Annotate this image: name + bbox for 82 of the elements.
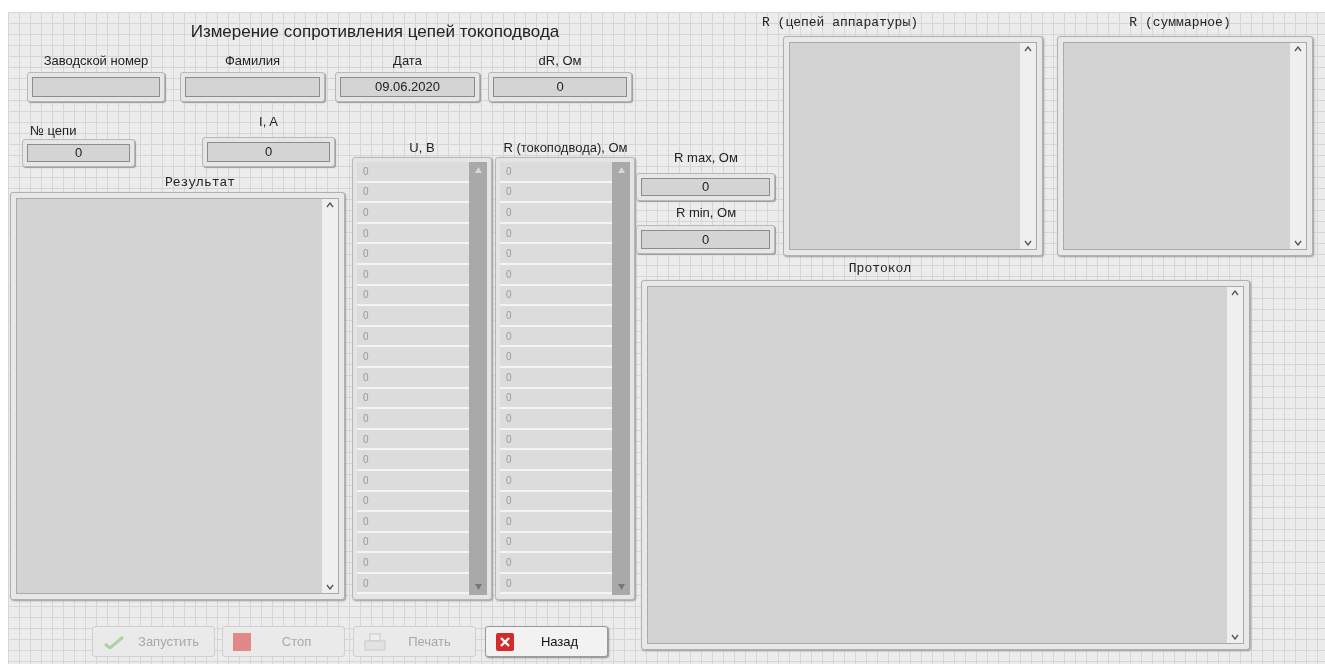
array-element[interactable]: 0 [500,244,612,265]
array-element[interactable]: 0 [357,409,469,430]
value-field[interactable]: 0 [207,142,330,162]
array-element[interactable]: 0 [357,162,469,183]
array-element[interactable]: 0 [500,409,612,430]
printer-icon [364,632,386,651]
array-element[interactable]: 0 [500,285,612,307]
array-element[interactable]: 0 [500,470,612,492]
value-field[interactable] [32,77,160,97]
field-label: Дата [393,52,422,70]
field-label: Фамилия [224,52,281,70]
array-element[interactable]: 0 [357,532,469,554]
array-element[interactable]: 0 [357,244,469,265]
array-label: R (токоподвода), Ом [503,139,628,157]
scroll-up-icon[interactable] [1294,46,1302,52]
scroll-up-icon[interactable] [1024,46,1032,52]
array-element[interactable]: 0 [357,285,469,307]
scroll-down-icon[interactable] [1294,240,1302,246]
check-icon [103,634,125,649]
field-label: Заводской номер [43,52,149,70]
array-element[interactable]: 0 [357,491,469,513]
array-element[interactable]: 0 [500,223,612,245]
stop-icon [233,632,251,651]
array-element[interactable]: 0 [500,162,612,183]
array-label: U, B [409,139,435,157]
array-element[interactable]: 0 [357,553,469,574]
array-element[interactable]: 0 [500,182,612,204]
array-element[interactable]: 0 [500,306,612,327]
array-element[interactable]: 0 [500,532,612,554]
array-element[interactable]: 0 [500,573,612,595]
value-field[interactable]: 0 [641,230,770,249]
array-element[interactable]: 0 [500,347,612,368]
array-element[interactable]: 0 [500,264,612,286]
array-element[interactable]: 0 [500,429,612,451]
scroll-down-icon[interactable] [1231,634,1239,640]
array-element[interactable]: 0 [357,264,469,286]
array-element[interactable]: 0 [357,223,469,245]
close-icon [496,632,514,651]
array-element[interactable]: 0 [500,367,612,389]
array-element[interactable]: 0 [357,203,469,224]
array-element[interactable]: 0 [500,388,612,410]
array-element[interactable]: 0 [500,450,612,471]
scroll-down-icon[interactable] [326,584,334,590]
array-element[interactable]: 0 [500,326,612,348]
panel-title: Измерение сопротивления цепей токоподвода [190,21,560,43]
list-label: Результат [164,174,236,192]
list-label: R (суммарное) [1129,14,1231,32]
array-element[interactable]: 0 [357,347,469,368]
back-button[interactable]: Назад [485,626,608,657]
array-element[interactable]: 0 [500,512,612,533]
scroll-up-icon[interactable] [326,202,334,208]
array-element[interactable]: 0 [357,388,469,410]
array-element[interactable]: 0 [357,450,469,471]
array-element[interactable]: 0 [357,182,469,204]
array-element[interactable]: 0 [500,491,612,513]
list-label: R (цепей аппаратуры) [762,14,918,32]
array-element[interactable]: 0 [357,573,469,595]
array-element[interactable]: 0 [500,203,612,224]
value-field[interactable] [185,77,320,97]
array-element[interactable]: 0 [357,429,469,451]
array-element[interactable]: 0 [500,553,612,574]
array-element[interactable]: 0 [357,306,469,327]
scrollbar[interactable] [1227,287,1243,643]
scrollbar[interactable] [322,199,338,593]
array-element[interactable]: 0 [357,367,469,389]
scroll-up-icon[interactable] [1231,290,1239,296]
array-element[interactable]: 0 [357,326,469,348]
field-label: R max, Ом [674,149,738,167]
array-element[interactable]: 0 [357,512,469,533]
scroll-down-icon[interactable] [1024,240,1032,246]
value-field[interactable]: 0 [493,77,627,97]
value-field[interactable]: 09.06.2020 [340,77,475,97]
list-label: Протокол [848,260,912,278]
scrollbar[interactable] [1020,43,1036,249]
field-label: R min, Ом [675,204,737,222]
scrollbar[interactable] [1290,43,1306,249]
field-label: № цепи [30,123,77,138]
array-element[interactable]: 0 [357,470,469,492]
value-field[interactable]: 0 [641,178,770,196]
field-label: I, A [259,113,278,131]
field-label: dR, Ом [538,52,582,70]
value-field[interactable]: 0 [27,144,130,162]
